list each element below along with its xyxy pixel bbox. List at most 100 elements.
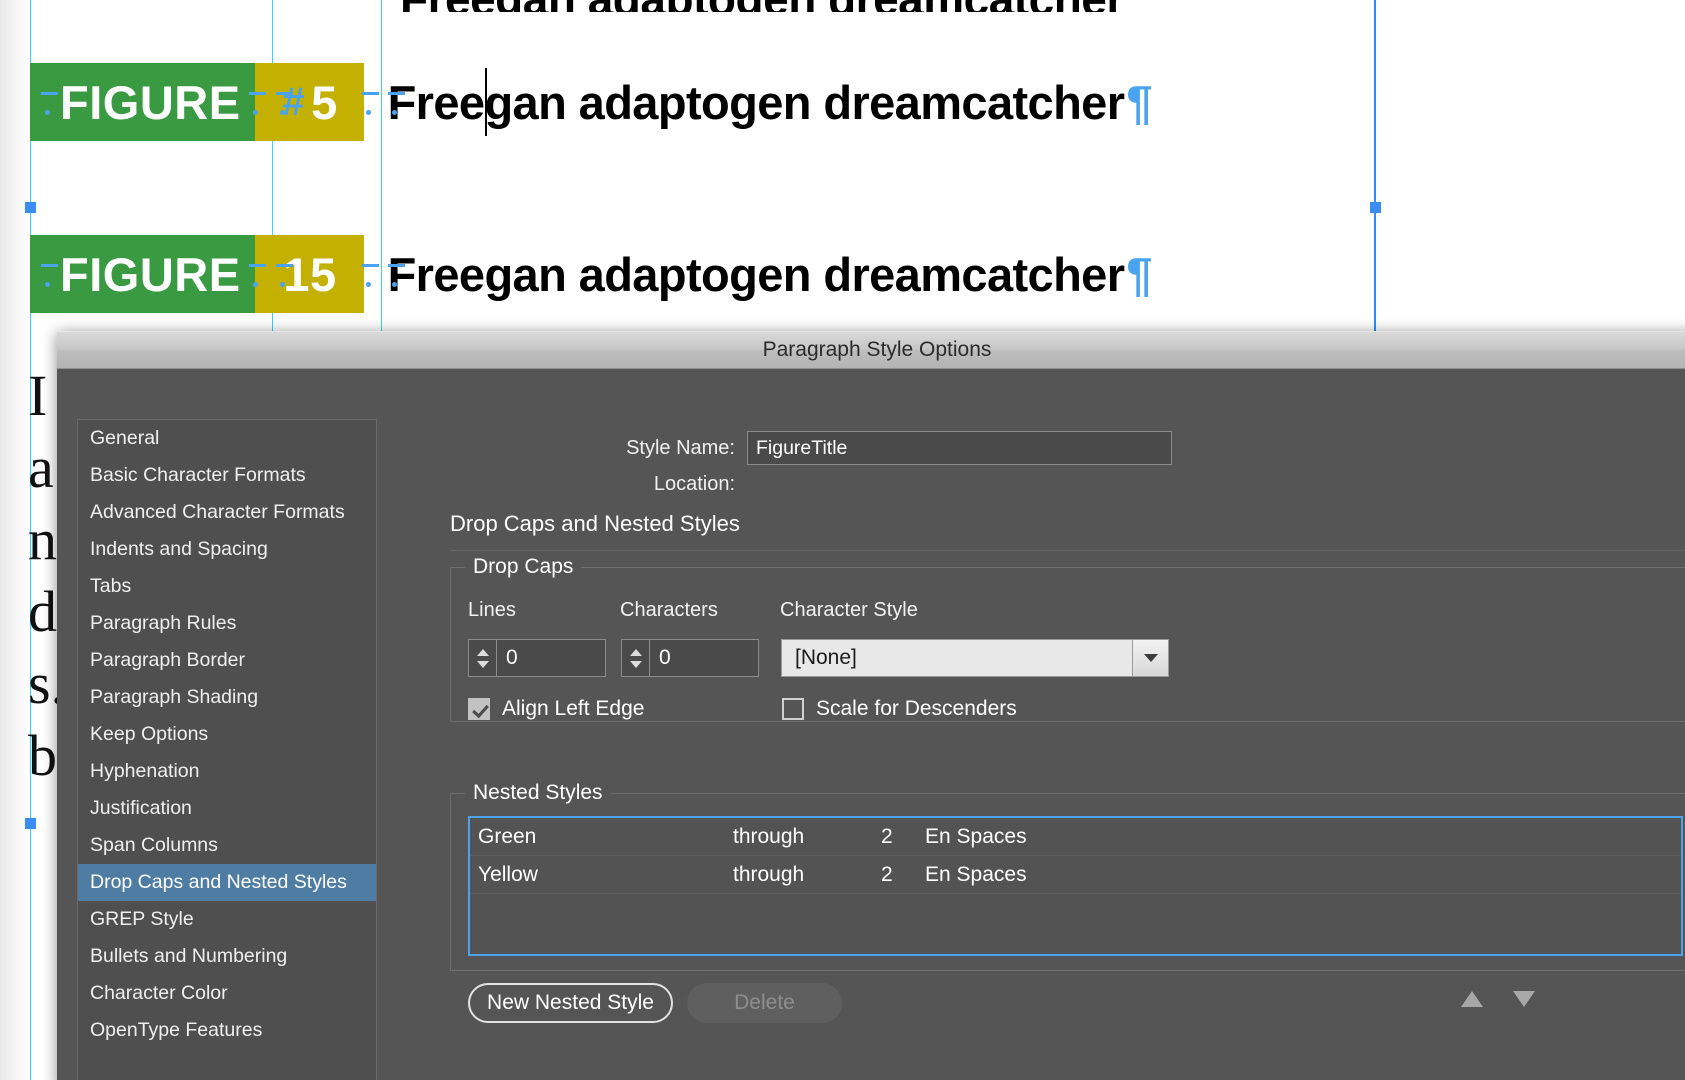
nested-style-relation: through xyxy=(733,824,805,848)
align-left-edge-row[interactable]: Align Left Edge xyxy=(468,697,644,721)
nested-style-unit: En Spaces xyxy=(925,824,1027,848)
triangle-down-icon[interactable] xyxy=(476,660,489,668)
hidden-char-mark xyxy=(45,282,50,287)
triangle-up-icon[interactable] xyxy=(476,648,489,656)
sidebar-item-span-columns[interactable]: Span Columns xyxy=(78,827,376,864)
move-nested-style-down-button[interactable] xyxy=(1509,986,1539,1012)
figure-title-15: Freegan adaptogen dreamcatcher ¶ xyxy=(364,235,1153,313)
style-name-label: Style Name: xyxy=(626,436,735,459)
new-nested-style-button[interactable]: New Nested Style xyxy=(468,983,673,1023)
nested-style-name: Yellow xyxy=(478,862,538,886)
hidden-char-mark xyxy=(249,264,266,267)
sidebar-item-paragraph-border[interactable]: Paragraph Border xyxy=(78,642,376,679)
figure-row-5[interactable]: FIGURE # 5 Freegan adaptogen dreamcatche… xyxy=(30,63,1153,141)
chevron-down-icon[interactable] xyxy=(1132,640,1168,676)
sidebar-item-label: Character Color xyxy=(90,982,228,1004)
stepper-arrows[interactable] xyxy=(469,640,497,676)
sidebar-item-label: OpenType Features xyxy=(90,1019,263,1041)
move-nested-style-up-button[interactable] xyxy=(1457,986,1487,1012)
new-nested-style-label: New Nested Style xyxy=(487,991,654,1014)
location-row: Location: xyxy=(387,473,1685,496)
sidebar-item-label: General xyxy=(90,427,160,449)
sidebar-item-label: Paragraph Border xyxy=(90,649,246,671)
nested-style-count: 2 xyxy=(881,824,893,848)
hidden-char-mark xyxy=(253,110,258,115)
drop-caps-lines-value[interactable]: 0 xyxy=(497,640,605,676)
sidebar-item-paragraph-rules[interactable]: Paragraph Rules xyxy=(78,605,376,642)
figure-tag-label: FIGURE xyxy=(60,247,241,301)
sidebar-item-tabs[interactable]: Tabs xyxy=(78,568,376,605)
sidebar-item-label: Tabs xyxy=(90,575,132,597)
hidden-char-mark xyxy=(392,282,397,287)
hidden-char-mark xyxy=(41,92,58,95)
figure-title-text: Freegan adaptogen dreamcatcher xyxy=(387,247,1125,301)
sidebar-item-label: Advanced Character Formats xyxy=(90,501,345,523)
sidebar-item-drop-caps-and-nested-styles[interactable]: Drop Caps and Nested Styles xyxy=(78,864,376,901)
triangle-up-icon xyxy=(1461,991,1483,1007)
hidden-char-mark xyxy=(388,264,405,267)
text-frame-handle-bottom-left[interactable] xyxy=(25,818,36,829)
scale-for-descenders-row[interactable]: Scale for Descenders xyxy=(782,697,1017,721)
text-frame-handle-right[interactable] xyxy=(1370,202,1381,213)
nested-styles-list[interactable]: Green through 2 En Spaces Yellow through… xyxy=(468,816,1683,956)
sidebar-item-indents-and-spacing[interactable]: Indents and Spacing xyxy=(78,531,376,568)
sidebar-item-hyphenation[interactable]: Hyphenation xyxy=(78,753,376,790)
figure-tag-label: FIGURE xyxy=(60,75,241,129)
stepper-arrows[interactable] xyxy=(622,640,650,676)
sidebar-item-keep-options[interactable]: Keep Options xyxy=(78,716,376,753)
table-row[interactable]: Yellow through 2 En Spaces xyxy=(470,856,1681,894)
pane-title: Drop Caps and Nested Styles xyxy=(450,511,740,536)
dialog-category-list[interactable]: General Basic Character Formats Advanced… xyxy=(77,419,377,1080)
dialog-titlebar[interactable]: Paragraph Style Options xyxy=(57,331,1685,369)
sidebar-item-general[interactable]: General xyxy=(78,420,376,457)
scale-for-descenders-checkbox[interactable] xyxy=(782,698,804,720)
pane-divider xyxy=(450,550,1685,551)
character-style-label: Character Style xyxy=(780,599,918,621)
figure-tag-yellow: # 5 xyxy=(254,63,364,141)
sidebar-item-paragraph-shading[interactable]: Paragraph Shading xyxy=(78,679,376,716)
figure-row-15[interactable]: FIGURE 15 Freegan adaptogen dreamcatcher… xyxy=(30,235,1153,313)
drop-caps-characters-value[interactable]: 0 xyxy=(650,640,758,676)
drop-caps-character-style-select[interactable]: [None] xyxy=(781,639,1169,677)
figure-tag-yellow: 15 xyxy=(254,235,364,313)
sidebar-item-bullets-and-numbering[interactable]: Bullets and Numbering xyxy=(78,938,376,975)
sidebar-item-character-color[interactable]: Character Color xyxy=(78,975,376,1012)
hidden-char-mark xyxy=(280,110,285,115)
sidebar-item-label: Justification xyxy=(90,797,192,819)
drop-caps-characters-stepper[interactable]: 0 xyxy=(621,639,759,677)
paragraph-style-options-dialog[interactable]: Paragraph Style Options General Basic Ch… xyxy=(57,331,1685,1080)
triangle-down-icon xyxy=(1513,991,1535,1007)
sidebar-item-basic-character-formats[interactable]: Basic Character Formats xyxy=(78,457,376,494)
hidden-char-mark xyxy=(388,92,405,95)
triangle-up-icon[interactable] xyxy=(629,648,642,656)
nested-style-relation: through xyxy=(733,862,805,886)
sidebar-item-label: Keep Options xyxy=(90,723,209,745)
hidden-char-mark xyxy=(41,264,58,267)
table-row[interactable]: Green through 2 En Spaces xyxy=(470,818,1681,856)
style-name-value: FigureTitle xyxy=(756,436,848,459)
sidebar-item-advanced-character-formats[interactable]: Advanced Character Formats xyxy=(78,494,376,531)
style-name-input[interactable]: FigureTitle xyxy=(747,431,1172,465)
dialog-title: Paragraph Style Options xyxy=(762,338,992,361)
style-name-row: Style Name: FigureTitle xyxy=(387,431,1685,465)
sidebar-item-label: Paragraph Rules xyxy=(90,612,237,634)
nested-styles-legend: Nested Styles xyxy=(465,781,611,805)
characters-label: Characters xyxy=(620,599,718,621)
delete-nested-style-button[interactable]: Delete xyxy=(687,983,842,1023)
sidebar-item-label: Span Columns xyxy=(90,834,218,856)
figure-number: 5 xyxy=(311,75,338,129)
figure-number: 15 xyxy=(283,247,337,301)
hidden-char-mark xyxy=(366,282,371,287)
triangle-down-icon[interactable] xyxy=(629,660,642,668)
sidebar-item-opentype-features[interactable]: OpenType Features xyxy=(78,1012,376,1049)
text-frame-handle-left[interactable] xyxy=(25,202,36,213)
drop-caps-lines-stepper[interactable]: 0 xyxy=(468,639,606,677)
figure-tag-green: FIGURE xyxy=(30,235,255,313)
sidebar-item-grep-style[interactable]: GREP Style xyxy=(78,901,376,938)
location-label: Location: xyxy=(653,473,735,495)
hidden-char-mark xyxy=(45,110,50,115)
sidebar-item-justification[interactable]: Justification xyxy=(78,790,376,827)
sidebar-item-label: Indents and Spacing xyxy=(90,538,268,560)
delete-nested-style-label: Delete xyxy=(734,991,795,1014)
align-left-edge-checkbox[interactable] xyxy=(468,698,490,720)
